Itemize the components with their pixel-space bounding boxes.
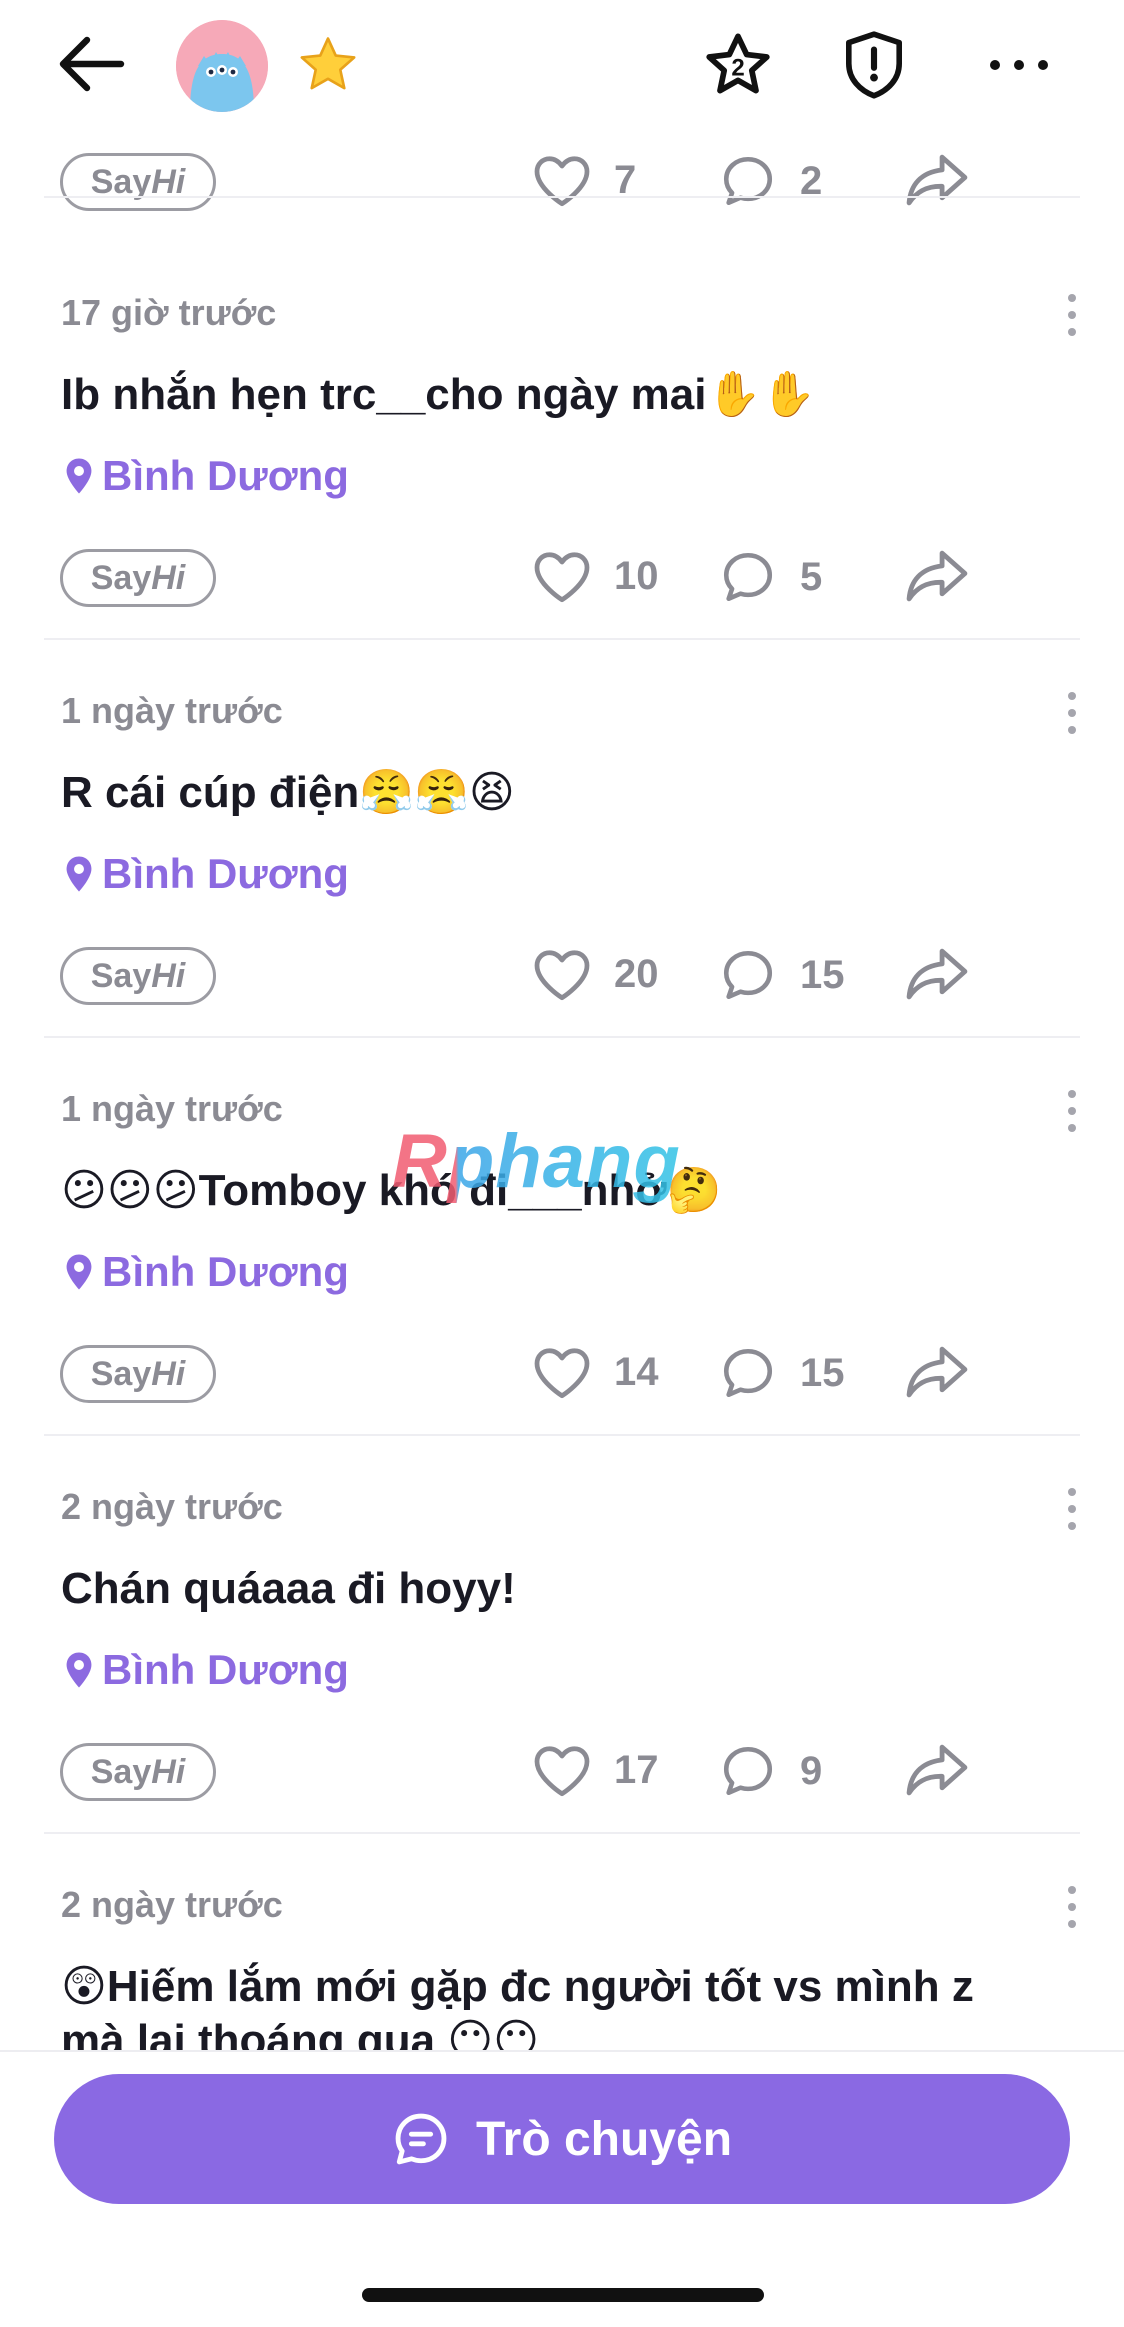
svg-text:2: 2 xyxy=(731,54,744,81)
post-time: 2 ngày trước xyxy=(61,1884,283,1925)
more-options-button[interactable] xyxy=(982,40,1056,90)
post-time: 1 ngày trước xyxy=(61,1088,283,1129)
star-2-icon: 2 xyxy=(706,33,770,94)
avatar[interactable] xyxy=(176,20,268,112)
post-card-4[interactable]: 2 ngày trước Chán quáaaa đi hoyy! Bình D… xyxy=(0,1152,1124,1834)
post-time: 1 ngày trước xyxy=(61,690,283,731)
post-feed[interactable]: Say Hi 7 2 17 giờ trước Ib nhắn hẹn trc__… xyxy=(0,0,1124,2050)
post-more-icon[interactable] xyxy=(1058,688,1086,738)
star-emoji xyxy=(300,37,356,90)
post-card-5[interactable]: 2 ngày trước 😲Hiếm lắm mới gặp đc người … xyxy=(0,1550,1124,2050)
bottom-bar: Trò chuyện xyxy=(0,2050,1124,2327)
monster-avatar xyxy=(176,20,268,112)
chat-bubble-icon xyxy=(395,2113,447,2165)
top-bar: 2 xyxy=(0,0,1124,130)
post-more-icon[interactable] xyxy=(1058,1882,1086,1932)
shield-alert-icon xyxy=(846,31,902,99)
post-more-icon[interactable] xyxy=(1058,1484,1086,1534)
post-content: 😲Hiếm lắm mới gặp đc người tốt vs mình z… xyxy=(61,1962,974,2050)
post-card-2[interactable]: 1 ngày trước R cái cúp điện😤😤😫 Bình Dươn… xyxy=(0,356,1124,1038)
arrow-left-icon xyxy=(59,36,125,92)
back-button[interactable] xyxy=(52,28,132,100)
follow-star-button[interactable]: 2 xyxy=(700,28,776,104)
post-more-icon[interactable] xyxy=(1058,290,1086,340)
chat-button[interactable]: Trò chuyện xyxy=(54,2074,1070,2204)
post-more-icon[interactable] xyxy=(1058,1086,1086,1136)
report-shield-button[interactable] xyxy=(836,26,912,104)
more-horizontal-icon xyxy=(990,60,1048,70)
star-badge-icon xyxy=(294,34,362,98)
home-indicator xyxy=(362,2288,764,2302)
post-time: 2 ngày trước xyxy=(61,1486,283,1527)
post-card-3[interactable]: 1 ngày trước 😕😕😕Tomboy khó đi___nhở🤔 Bìn… xyxy=(0,754,1124,1436)
profile-feed-screen: Say Hi 7 2 17 giờ trước Ib nhắn hẹn trc__… xyxy=(0,0,1124,2327)
post-time: 17 giờ trước xyxy=(61,292,277,333)
chat-button-label: Trò chuyện xyxy=(475,2112,733,2166)
